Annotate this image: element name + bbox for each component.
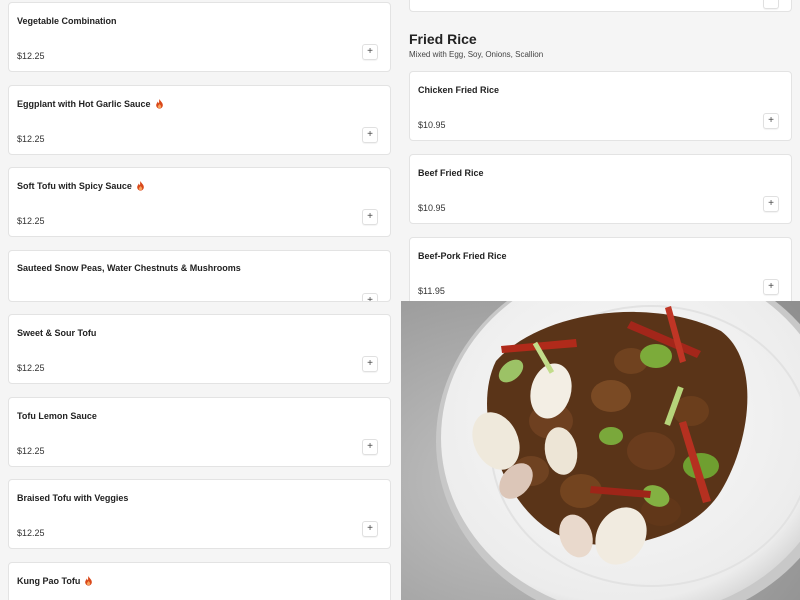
- item-name: Beef-Pork Fried Rice: [418, 251, 507, 261]
- item-name: Beef Fried Rice: [418, 168, 484, 178]
- item-name: Eggplant with Hot Garlic Sauce: [17, 99, 164, 109]
- menu-item-braised-tofu-veggies[interactable]: Braised Tofu with Veggies $12.25 +: [8, 479, 391, 549]
- menu-item-sweet-sour-tofu[interactable]: Sweet & Sour Tofu $12.25 +: [8, 314, 391, 384]
- menu-item-tofu-lemon-sauce[interactable]: Tofu Lemon Sauce $12.25 +: [8, 397, 391, 467]
- plus-icon: +: [367, 129, 373, 140]
- menu-item-snow-peas-water-chestnuts[interactable]: Sauteed Snow Peas, Water Chestnuts & Mus…: [8, 250, 391, 302]
- plus-icon: +: [367, 46, 373, 57]
- item-price: $10.95: [418, 120, 446, 130]
- add-button[interactable]: +: [362, 356, 378, 372]
- item-name: Chicken Fried Rice: [418, 85, 500, 95]
- item-price: $12.25: [17, 216, 45, 226]
- plus-icon: +: [768, 198, 774, 209]
- flame-icon: [137, 181, 144, 191]
- menu-item-vegetable-combination[interactable]: Vegetable Combination $12.25 +: [8, 2, 391, 72]
- add-button[interactable]: +: [362, 293, 378, 302]
- add-button[interactable]: +: [763, 196, 779, 212]
- add-button[interactable]: +: [362, 44, 378, 60]
- menu-item-kung-pao-tofu[interactable]: Kung Pao Tofu: [8, 562, 391, 600]
- add-button[interactable]: +: [362, 521, 378, 537]
- item-price: $12.25: [17, 51, 45, 61]
- item-name: Braised Tofu with Veggies: [17, 493, 129, 503]
- item-price: $11.95: [418, 286, 445, 296]
- item-price: $12.25: [17, 528, 45, 538]
- flame-icon: [85, 576, 93, 586]
- plus-icon: +: [367, 523, 373, 534]
- item-name: Vegetable Combination: [17, 16, 117, 26]
- item-name: Tofu Lemon Sauce: [17, 411, 97, 421]
- item-name: Sweet & Sour Tofu: [17, 328, 97, 338]
- item-name: Soft Tofu with Spicy Sauce: [17, 181, 145, 191]
- plus-icon: +: [367, 441, 373, 452]
- plus-icon: +: [367, 358, 373, 369]
- add-button[interactable]: +: [362, 127, 378, 143]
- menu-item-chicken-fried-rice[interactable]: Chicken Fried Rice $10.95 +: [409, 71, 792, 141]
- menu-item-beef-fried-rice[interactable]: Beef Fried Rice $10.95 +: [409, 154, 792, 224]
- add-button[interactable]: +: [763, 279, 779, 295]
- menu-item-eggplant-hot-garlic[interactable]: Eggplant with Hot Garlic Sauce $12.25 +: [8, 85, 391, 155]
- add-button[interactable]: +: [362, 439, 378, 455]
- add-button[interactable]: +: [362, 209, 378, 225]
- item-price: $12.25: [17, 363, 45, 373]
- section-subtitle: Mixed with Egg, Soy, Onions, Scallion: [409, 50, 544, 59]
- item-price: $12.25: [17, 446, 45, 456]
- item-name: Kung Pao Tofu: [17, 576, 93, 586]
- item-name: Sauteed Snow Peas, Water Chestnuts & Mus…: [17, 263, 241, 273]
- plus-icon: +: [768, 115, 774, 126]
- add-button[interactable]: [763, 0, 779, 9]
- kung-pao-dish-illustration: [401, 301, 800, 600]
- item-price: $12.25: [17, 134, 45, 144]
- add-button[interactable]: +: [763, 113, 779, 129]
- menu-item-cut-off-top[interactable]: [409, 0, 792, 12]
- item-price: $10.95: [418, 203, 446, 213]
- plus-icon: +: [367, 295, 373, 302]
- dish-photo[interactable]: [401, 301, 800, 600]
- plus-icon: +: [367, 211, 373, 222]
- plus-icon: +: [768, 281, 774, 292]
- menu-item-soft-tofu-spicy[interactable]: Soft Tofu with Spicy Sauce $12.25 +: [8, 167, 391, 237]
- flame-icon: [155, 99, 163, 109]
- section-title: Fried Rice: [409, 31, 477, 47]
- menu-item-beef-pork-fried-rice[interactable]: Beef-Pork Fried Rice $11.95 +: [409, 237, 792, 307]
